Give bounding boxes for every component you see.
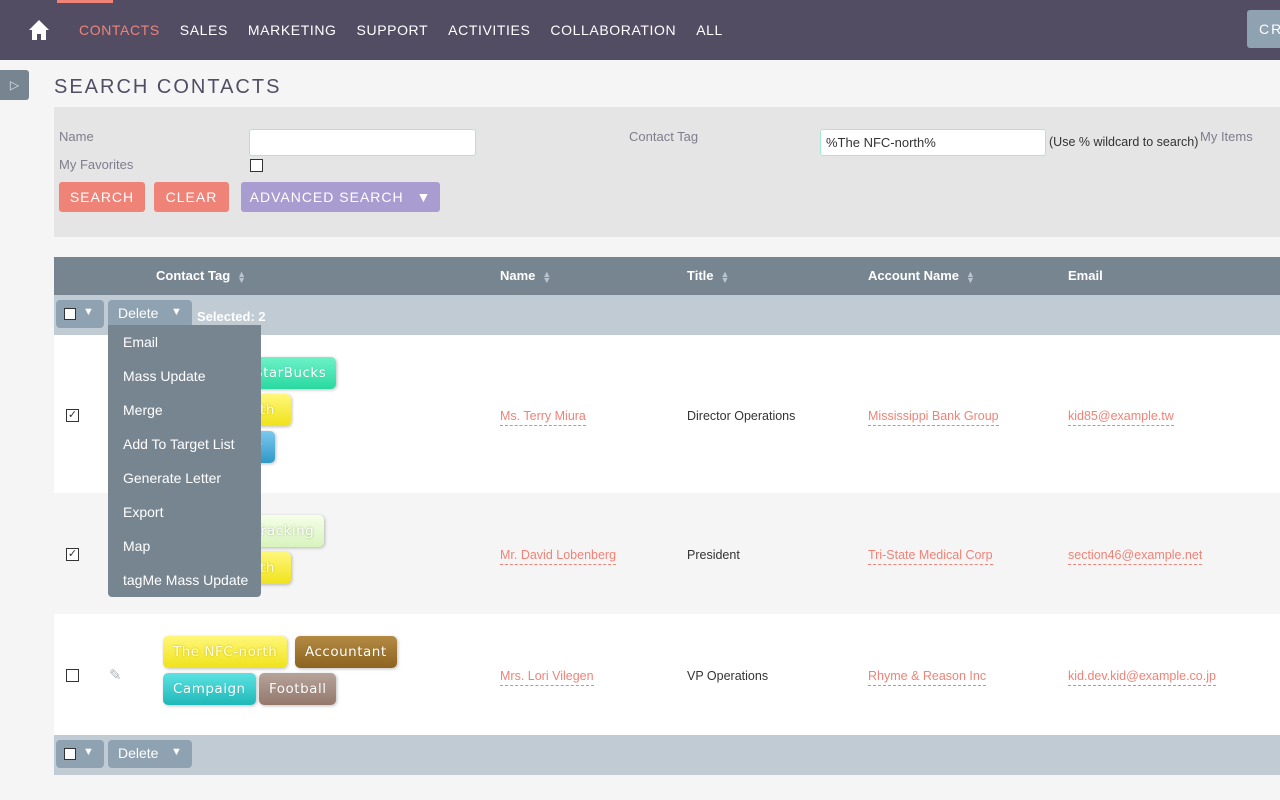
bulk-actions-bar-bottom: ▼ Delete ▼ [54,735,1280,775]
edit-pencil-icon[interactable]: ✎ [109,666,122,684]
contact-name-link[interactable]: Mr. David Lobenberg [500,548,617,565]
sort-icon[interactable]: ▲ ▼ [542,269,551,284]
menu-item-tagme-mass-update[interactable]: tagMe Mass Update [108,568,261,602]
nav-marketing[interactable]: MARKETING [248,22,337,38]
column-contact-tag[interactable]: Contact Tag ▲ ▼ [156,257,246,295]
account-name-link[interactable]: Mississippi Bank Group [868,409,999,426]
contact-title: VP Operations [687,669,769,683]
name-input[interactable] [249,129,476,156]
menu-item-generate-letter[interactable]: Generate Letter [108,466,261,500]
email-link[interactable]: kid.dev.kid@example.co.jp [1068,669,1216,686]
nav-collaboration[interactable]: COLLABORATION [550,22,676,38]
sort-icon[interactable]: ▲ ▼ [966,269,975,284]
contact-tag-input[interactable] [820,129,1046,156]
row-checkbox[interactable]: ✓ [66,548,79,561]
chevron-down-icon: ▼ [171,746,182,758]
contact-tag-label: Contact Tag [629,129,699,144]
account-name-link[interactable]: Tri-State Medical Corp [868,548,993,565]
nav-support[interactable]: SUPPORT [357,22,429,38]
column-email[interactable]: Email [1068,257,1103,295]
sidebar-toggle-button[interactable]: ▷ [0,70,29,100]
select-all-checkbox[interactable] [64,308,76,320]
contact-title: President [687,548,740,562]
column-label: Account Name [868,268,960,283]
nav-all[interactable]: ALL [696,22,723,38]
table-row: ✎ The NFC-north Accountant Campaign Foot… [54,614,1280,735]
column-label: Name [500,268,536,283]
email-link[interactable]: kid85@example.tw [1068,409,1174,426]
bulk-action-menu: Email Mass Update Merge Add To Target Li… [108,325,261,597]
tag-badge[interactable]: Accountant [295,636,397,668]
bulk-action-label: Delete [118,745,159,761]
search-panel: Name Contact Tag (Use % wildcard to sear… [54,107,1280,237]
column-name[interactable]: Name ▲ ▼ [500,257,551,295]
menu-item-add-to-target-list[interactable]: Add To Target List [108,432,261,466]
name-label: Name [59,129,94,144]
select-all-checkbox[interactable] [64,748,76,760]
chevron-down-icon: ▼ [416,189,432,205]
tag-badge[interactable]: Campaign [163,673,256,705]
menu-item-email[interactable]: Email [108,330,261,364]
page-title: SEARCH CONTACTS [54,76,282,98]
nav-activities[interactable]: ACTIVITIES [448,22,530,38]
menu-item-mass-update[interactable]: Mass Update [108,364,261,398]
contact-title: Director Operations [687,409,796,423]
nav-contacts[interactable]: CONTACTS [79,22,160,38]
contact-name-link[interactable]: Ms. Terry Miura [500,409,586,426]
menu-item-merge[interactable]: Merge [108,398,261,432]
my-items-label: My Items [1200,129,1253,144]
my-favorites-checkbox[interactable] [250,159,263,172]
bulk-action-button[interactable]: Delete ▼ [108,740,192,768]
tag-badge[interactable]: The NFC-north [163,636,288,668]
table-header: Contact Tag ▲ ▼ Name ▲ ▼ Title ▲ ▼ Account Nam… [54,257,1280,295]
column-label: Email [1068,268,1103,283]
sort-icon[interactable]: ▲ ▼ [237,269,246,284]
bulk-action-label: Delete [118,305,159,321]
row-checkbox[interactable] [66,669,79,682]
chevron-down-icon: ▼ [83,306,94,318]
my-favorites-label: My Favorites [59,157,134,172]
row-checkbox[interactable]: ✓ [66,409,79,422]
selected-count: Selected: 2 [197,309,266,324]
contact-name-link[interactable]: Mrs. Lori Vilegen [500,669,594,686]
bulk-action-button[interactable]: Delete ▼ [108,300,192,328]
email-link[interactable]: section46@example.net [1068,548,1203,565]
create-button[interactable]: CR [1247,10,1280,48]
column-title[interactable]: Title ▲ ▼ [687,257,729,295]
menu-item-export[interactable]: Export [108,500,261,534]
column-account-name[interactable]: Account Name ▲ ▼ [868,257,975,295]
advanced-search-button[interactable]: ADVANCED SEARCH ▼ [241,182,440,212]
sort-icon[interactable]: ▲ ▼ [721,269,730,284]
account-name-link[interactable]: Rhyme & Reason Inc [868,669,987,686]
tag-badge[interactable]: Football [259,673,337,705]
clear-button[interactable]: CLEAR [154,182,229,212]
advanced-search-label: ADVANCED SEARCH [249,189,404,205]
wildcard-hint: (Use % wildcard to search) [1049,135,1199,149]
column-label: Title [687,268,714,283]
chevron-down-icon: ▼ [171,306,182,318]
top-navigation: CONTACTS SALES MARKETING SUPPORT ACTIVIT… [0,0,1280,60]
menu-item-map[interactable]: Map [108,534,261,568]
search-button[interactable]: SEARCH [59,182,145,212]
select-all-dropdown[interactable]: ▼ [56,300,104,328]
column-label: Contact Tag [156,268,231,283]
home-icon[interactable] [28,19,50,41]
nav-sales[interactable]: SALES [180,22,228,38]
select-all-dropdown[interactable]: ▼ [56,740,104,768]
chevron-down-icon: ▼ [83,746,94,758]
